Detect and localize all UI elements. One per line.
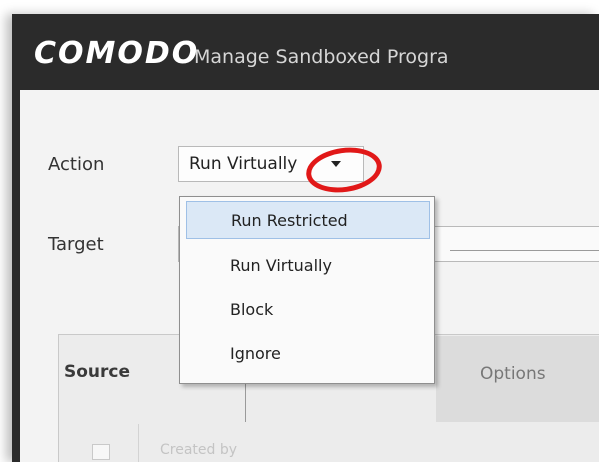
window-title: Manage Sandboxed Progra [194,46,449,68]
row-divider [138,424,139,462]
table-cell-created-by: Created by [160,442,238,458]
action-select-value: Run Virtually [189,154,298,174]
target-label: Target [48,234,104,255]
comodo-logo: COMODO [34,36,200,71]
title-bar: COMODO Manage Sandboxed Progra [12,14,599,90]
menu-item-run-virtually[interactable]: Run Virtually [186,247,430,285]
menu-item-block[interactable]: Block [186,291,430,329]
tab-options[interactable]: Options [436,336,599,422]
tab-source[interactable]: Source [64,362,130,382]
row-checkbox[interactable] [92,444,110,460]
menu-item-label: Ignore [230,344,281,363]
action-dropdown-menu: Run Restricted Run Virtually Block Ignor… [179,196,435,384]
tab-options-label: Options [480,364,546,384]
menu-item-label: Run Restricted [231,211,348,230]
menu-item-run-restricted[interactable]: Run Restricted [186,201,430,239]
menu-item-label: Block [230,300,274,319]
menu-item-label: Run Virtually [230,256,332,275]
divider-line [450,250,599,251]
tab-divider [245,380,246,422]
menu-item-ignore[interactable]: Ignore [186,335,430,373]
action-label: Action [48,154,105,175]
